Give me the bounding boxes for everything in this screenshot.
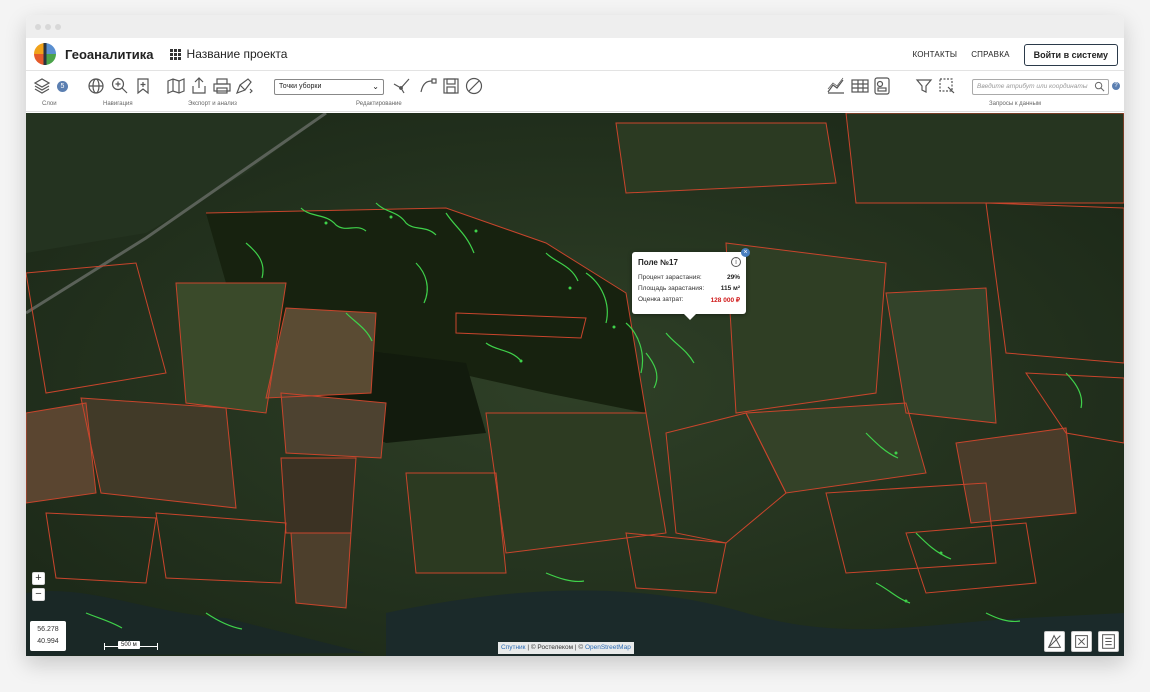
scale-label: 500 м xyxy=(118,641,140,649)
zoom-in-button[interactable]: + xyxy=(32,572,45,585)
chart-icon[interactable] xyxy=(826,76,846,96)
window-dot[interactable] xyxy=(55,23,61,30)
popup-row-value: 115 м² xyxy=(720,285,740,292)
popup-row-overgrowth-percent: Процент зарастания: 29% xyxy=(638,274,740,281)
group-label-queries: Запросы к данным xyxy=(989,101,1042,107)
map-attribution: Спутник | © Ростелеком | © OpenStreetMap xyxy=(498,642,634,654)
fullscreen-icon[interactable] xyxy=(1071,631,1092,652)
apps-grid-icon xyxy=(169,48,181,60)
edit-vertices-icon[interactable] xyxy=(392,76,412,96)
app-header: Геоаналитика Название проекта КОНТАКТЫ С… xyxy=(26,38,1124,71)
select-area-icon[interactable] xyxy=(937,76,957,96)
cancel-icon[interactable] xyxy=(464,76,484,96)
attribution-sputnik-link[interactable]: Спутник xyxy=(501,644,526,651)
chevron-down-icon: ⌄ xyxy=(372,82,379,91)
attribute-search-input[interactable]: Введите атрибут или координаты xyxy=(972,79,1109,95)
nav-contacts-link[interactable]: КОНТАКТЫ xyxy=(912,50,957,59)
search-icon[interactable] xyxy=(1094,81,1105,94)
app-window: Геоаналитика Название проекта КОНТАКТЫ С… xyxy=(26,15,1124,656)
popup-title: Поле №17 xyxy=(638,258,678,267)
measure-icon[interactable] xyxy=(1044,631,1065,652)
legend-list-icon[interactable] xyxy=(1098,631,1119,652)
window-dot[interactable] xyxy=(35,23,41,30)
scale-bar: 500 м xyxy=(104,641,158,650)
group-label-export: Экспорт и анализ xyxy=(188,101,237,107)
nav-help-link[interactable]: СПРАВКА xyxy=(971,50,1009,59)
table-icon[interactable] xyxy=(850,76,870,96)
project-name: Название проекта xyxy=(186,47,288,61)
main-toolbar: 5 Слои Навигация Экспорт и анализ Точки xyxy=(26,71,1124,112)
help-icon[interactable]: ? xyxy=(1112,82,1120,90)
globe-icon[interactable] xyxy=(86,76,106,96)
popup-row-cost-estimate: Оценка затрат: 128 000 ₽ xyxy=(638,296,740,304)
print-icon[interactable] xyxy=(212,76,232,96)
login-button[interactable]: Войти в систему xyxy=(1023,43,1118,66)
popup-row-value: 29% xyxy=(726,274,740,281)
popup-row-overgrowth-area: Площадь зарастания: 115 м² xyxy=(638,285,740,292)
layers-icon[interactable] xyxy=(32,76,52,96)
save-icon[interactable] xyxy=(441,76,461,96)
filter-icon[interactable] xyxy=(914,76,934,96)
longitude-value: 40.994 xyxy=(37,638,59,645)
info-icon[interactable]: i xyxy=(731,257,741,267)
header-nav: КОНТАКТЫ СПРАВКА Войти в систему xyxy=(912,38,1118,71)
attribution-text: | © Ростелеком | © xyxy=(525,644,585,651)
layers-count-badge: 5 xyxy=(57,81,68,92)
attribution-osm-link[interactable]: OpenStreetMap xyxy=(585,644,631,651)
window-chrome xyxy=(26,15,1124,38)
coordinates-readout: 56.278 40.994 xyxy=(30,621,66,651)
upload-icon[interactable] xyxy=(189,76,209,96)
map-icon[interactable] xyxy=(166,76,186,96)
database-icon[interactable] xyxy=(872,76,892,96)
field-info-popup: Поле №17 i × Процент зарастания: 29% Пло… xyxy=(632,248,750,320)
project-selector[interactable]: Название проекта xyxy=(169,47,288,61)
group-label-editing: Редактирование xyxy=(356,101,402,107)
popup-row-value: 128 000 ₽ xyxy=(710,297,740,304)
popup-row-label: Процент зарастания: xyxy=(638,274,702,281)
group-label-layers: Слои xyxy=(42,101,57,107)
layer-select-value: Точки уборки xyxy=(279,83,322,90)
close-icon[interactable]: × xyxy=(741,248,750,257)
latitude-value: 56.278 xyxy=(37,626,59,633)
satellite-imagery xyxy=(26,113,1124,656)
zoom-in-icon[interactable] xyxy=(110,76,130,96)
layer-select[interactable]: Точки уборки ⌄ xyxy=(274,79,384,95)
zoom-out-button[interactable]: − xyxy=(32,588,45,601)
draw-line-icon[interactable] xyxy=(418,76,438,96)
analysis-icon[interactable] xyxy=(234,76,254,96)
map-view[interactable]: Поле №17 i × Процент зарастания: 29% Пло… xyxy=(26,113,1124,656)
search-placeholder: Введите атрибут или координаты xyxy=(977,83,1088,90)
popup-row-label: Площадь зарастания: xyxy=(638,285,705,292)
geoanalitika-logo-icon[interactable] xyxy=(33,42,57,66)
bookmark-icon[interactable] xyxy=(133,76,153,96)
group-label-navigation: Навигация xyxy=(103,101,133,107)
brand-name[interactable]: Геоаналитика xyxy=(65,47,154,62)
popup-row-label: Оценка затрат: xyxy=(638,296,684,303)
window-dot[interactable] xyxy=(45,23,51,30)
